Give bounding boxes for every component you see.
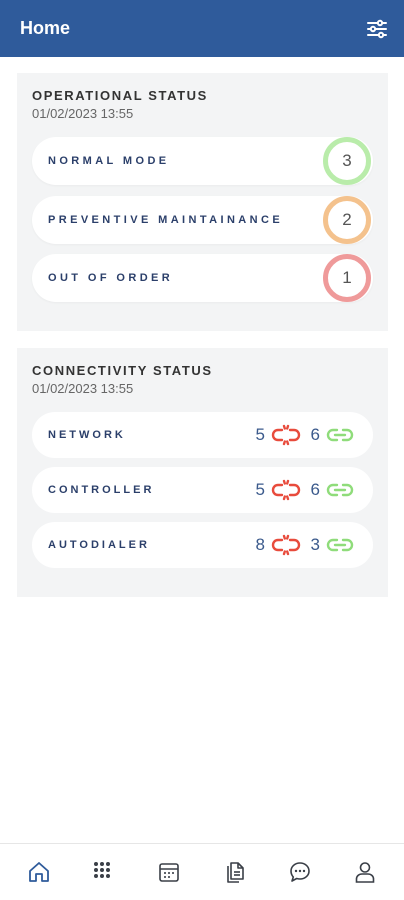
- status-normal-mode[interactable]: NORMAL MODE 3: [32, 137, 373, 185]
- page-title: Home: [20, 18, 71, 38]
- link-icon: [325, 536, 355, 554]
- connected-count: 6: [310, 480, 320, 499]
- home-icon: [28, 862, 49, 882]
- status-label: PREVENTIVE MAINTAINANCE: [48, 214, 284, 226]
- status-label: OUT OF ORDER: [48, 272, 174, 284]
- status-count-badge: 3: [323, 137, 371, 185]
- connected-count: 3: [310, 535, 320, 554]
- nav-calendar[interactable]: [149, 852, 189, 892]
- calendar-icon: [159, 863, 180, 882]
- documents-icon: [226, 862, 244, 883]
- connectivity-status-card: CONNECTIVITY STATUS 01/02/2023 13:55 NET…: [17, 348, 388, 597]
- connectivity-autodialer[interactable]: AUTODIALER 8 3: [32, 522, 373, 568]
- status-preventive-maintainance[interactable]: PREVENTIVE MAINTAINANCE 2: [32, 196, 373, 244]
- connected-count: 6: [310, 425, 320, 444]
- status-count-badge: 1: [323, 254, 371, 302]
- connectivity-counts: 5 6: [251, 479, 359, 501]
- connectivity-label: NETWORK: [48, 429, 126, 441]
- connectivity-controller[interactable]: CONTROLLER 5 6: [32, 467, 373, 513]
- status-count-badge: 2: [323, 196, 371, 244]
- link-icon: [325, 481, 355, 499]
- connectivity-status-title: CONNECTIVITY STATUS: [32, 363, 213, 378]
- grid-icon: [93, 862, 110, 878]
- operational-status-timestamp: 01/02/2023 13:55: [32, 106, 134, 121]
- broken-link-icon: [270, 479, 302, 501]
- user-icon: [355, 862, 375, 883]
- status-label: NORMAL MODE: [48, 155, 170, 167]
- bottom-nav: [0, 843, 404, 900]
- broken-link-icon: [270, 534, 302, 556]
- connectivity-counts: 8 3: [251, 534, 359, 556]
- broken-link-icon: [270, 424, 302, 446]
- connectivity-network[interactable]: NETWORK 5 6: [32, 412, 373, 458]
- filter-button[interactable]: [364, 16, 390, 42]
- operational-status-title: OPERATIONAL STATUS: [32, 88, 208, 103]
- sliders-icon: [367, 19, 387, 38]
- disconnected-count: 5: [255, 480, 265, 499]
- connectivity-counts: 5 6: [251, 424, 359, 446]
- disconnected-count: 8: [255, 535, 265, 554]
- nav-messages[interactable]: [280, 852, 320, 892]
- chat-icon: [290, 862, 310, 882]
- connectivity-label: CONTROLLER: [48, 484, 155, 496]
- connectivity-label: AUTODIALER: [48, 539, 150, 551]
- nav-profile[interactable]: [345, 852, 385, 892]
- status-out-of-order[interactable]: OUT OF ORDER 1: [32, 254, 373, 302]
- disconnected-count: 5: [255, 425, 265, 444]
- app-bar: Home: [0, 0, 404, 57]
- link-icon: [325, 426, 355, 444]
- operational-status-card: OPERATIONAL STATUS 01/02/2023 13:55 NORM…: [17, 73, 388, 331]
- nav-modules[interactable]: [84, 852, 124, 892]
- nav-documents[interactable]: [215, 852, 255, 892]
- connectivity-status-timestamp: 01/02/2023 13:55: [32, 381, 134, 396]
- nav-home[interactable]: [19, 852, 59, 892]
